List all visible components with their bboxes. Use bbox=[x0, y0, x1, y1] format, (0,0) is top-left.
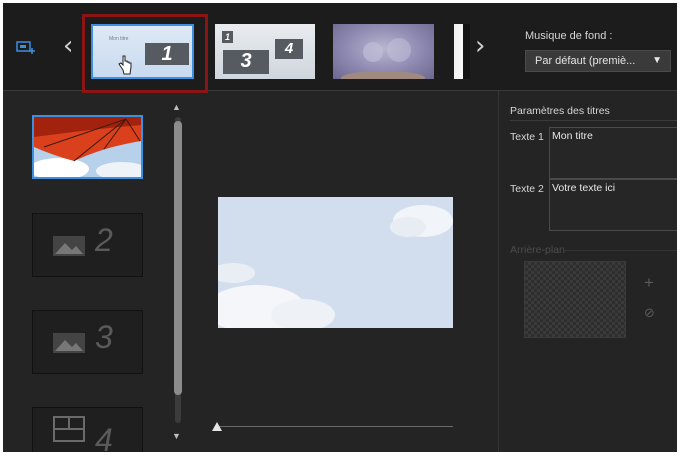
slide-item-1[interactable] bbox=[32, 115, 143, 179]
timeline-handle[interactable] bbox=[212, 422, 222, 432]
thumbnail-number: 1 bbox=[222, 31, 233, 43]
selection-highlight bbox=[82, 14, 208, 93]
timeline-track[interactable] bbox=[217, 426, 453, 427]
text1-field[interactable]: Mon titre bbox=[549, 127, 677, 179]
scroll-up-arrow-icon[interactable]: ▲ bbox=[172, 102, 181, 112]
slides-scrollbar-thumb[interactable] bbox=[174, 121, 182, 395]
slide-number: 2 bbox=[95, 222, 113, 258]
template-thumbnail-4[interactable] bbox=[454, 24, 470, 79]
template-thumbnail-2[interactable]: 1 3 4 bbox=[215, 24, 315, 79]
background-label: Arrière-plan bbox=[510, 244, 565, 256]
background-swatch[interactable] bbox=[524, 261, 626, 338]
music-dropdown[interactable]: Par défaut (premiè... ▼ bbox=[525, 50, 671, 72]
slide-item-2[interactable]: 2 bbox=[32, 213, 143, 277]
template-strip: ‹ Mon titre 1 1 3 4 › Musique de fond : bbox=[3, 3, 677, 93]
thumbnail-number: 3 bbox=[223, 50, 269, 74]
sky-preview-image bbox=[218, 197, 453, 328]
music-selected-value: Par défaut (premiè... bbox=[535, 55, 636, 67]
text1-label: Texte 1 bbox=[510, 131, 544, 143]
text2-field[interactable]: Votre texte ici bbox=[549, 179, 677, 231]
film-icon bbox=[53, 416, 85, 442]
music-label: Musique de fond : bbox=[525, 30, 613, 42]
slide-item-4[interactable]: 4 bbox=[32, 407, 143, 452]
template-icon[interactable] bbox=[16, 39, 36, 55]
image-placeholder-icon bbox=[53, 333, 85, 353]
slide-number: 4 bbox=[95, 422, 113, 452]
text2-label: Texte 2 bbox=[510, 183, 544, 195]
panel-divider bbox=[498, 91, 499, 452]
chevron-down-icon: ▼ bbox=[652, 55, 662, 66]
slide-number: 3 bbox=[95, 319, 113, 355]
remove-background-icon[interactable]: ⊘ bbox=[644, 306, 655, 321]
slide-item-3[interactable]: 3 bbox=[32, 310, 143, 374]
scroll-down-arrow-icon[interactable]: ▼ bbox=[172, 431, 181, 441]
template-thumbnail-3[interactable] bbox=[333, 24, 434, 79]
section-divider bbox=[563, 250, 677, 251]
section-divider bbox=[510, 120, 677, 121]
scroll-right-arrow-icon[interactable]: › bbox=[475, 33, 485, 59]
image-placeholder-icon bbox=[53, 236, 85, 256]
title-settings-heading: Paramètres des titres bbox=[510, 105, 610, 117]
thumbnail-number: 4 bbox=[275, 39, 303, 59]
umbrella-photo bbox=[34, 117, 141, 177]
scroll-left-arrow-icon[interactable]: ‹ bbox=[63, 33, 73, 59]
slideshow-editor: ‹ Mon titre 1 1 3 4 › Musique de fond : bbox=[3, 3, 677, 452]
add-background-icon[interactable]: + bbox=[644, 273, 654, 293]
purple-background-image bbox=[341, 38, 425, 79]
preview-window bbox=[218, 197, 453, 328]
